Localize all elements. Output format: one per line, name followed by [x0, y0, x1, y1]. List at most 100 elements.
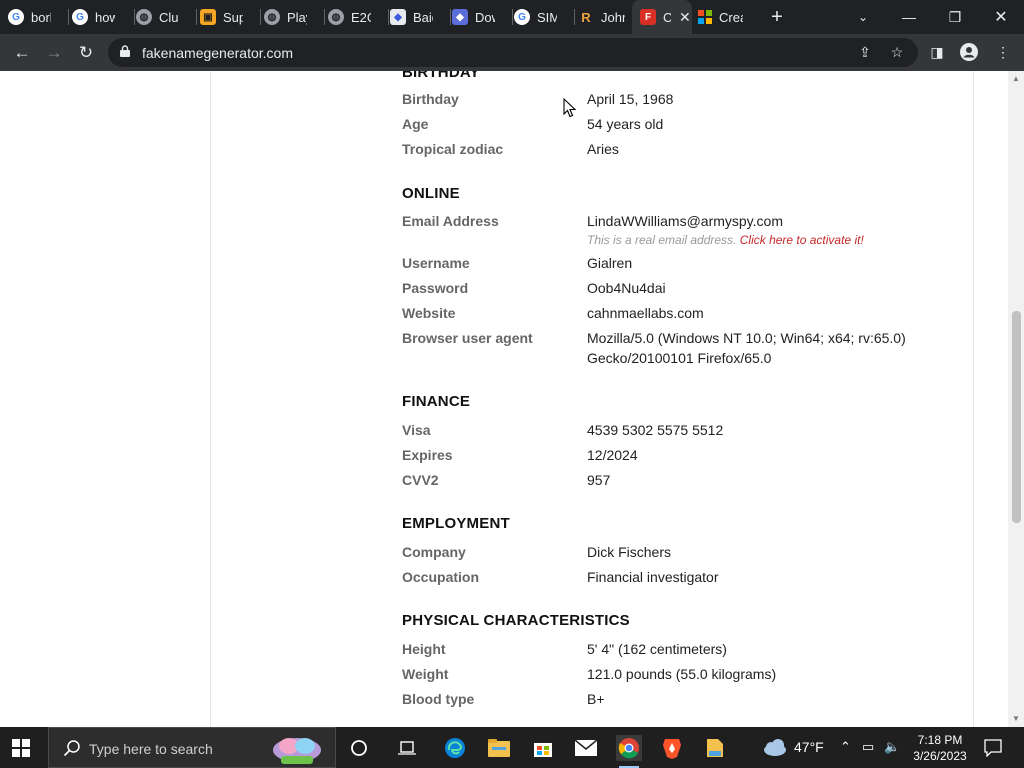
menu-kebab-icon[interactable]: ⋮ — [992, 41, 1014, 63]
scroll-down-arrow-icon[interactable]: ▼ — [1012, 715, 1020, 723]
tab-sim[interactable]: G SIM — [514, 0, 574, 34]
search-icon — [63, 740, 80, 757]
label-blood-type: Blood type — [402, 691, 475, 707]
lock-icon — [120, 45, 130, 57]
new-tab-button[interactable]: + — [766, 6, 788, 28]
taskbar-search-box[interactable]: Type here to search — [48, 727, 336, 768]
microsoft-store-icon[interactable] — [530, 735, 556, 761]
file-icon[interactable] — [702, 735, 728, 761]
google-icon: G — [72, 9, 88, 25]
scroll-up-arrow-icon[interactable]: ▲ — [1012, 75, 1020, 83]
tab-dow[interactable]: ◆ Dow — [452, 0, 512, 34]
toolbar-overlay: ← → ↻ fakenamegenerator.com ⇪ ☆ ◨ ⋮ — [0, 34, 1024, 71]
google-icon: G — [8, 9, 24, 25]
label-weight: Weight — [402, 666, 449, 682]
tab-sup[interactable]: ▣ Sup — [200, 0, 260, 34]
globe-icon: ◍ — [136, 9, 152, 25]
tab-fakename-active[interactable]: F C ✕ — [632, 0, 692, 34]
forward-arrow-icon[interactable]: → — [40, 39, 68, 67]
tab-play[interactable]: ◍ Play — [264, 0, 324, 34]
value-blood-type: B+ — [587, 691, 605, 707]
value-password: Oob4Nu4dai — [587, 280, 666, 296]
briefcase-icon: ▣ — [200, 9, 216, 25]
back-arrow-icon[interactable]: ← — [8, 39, 36, 67]
section-heading-finance: FINANCE — [402, 393, 471, 410]
tab-baid[interactable]: ◆ Baid — [390, 0, 450, 34]
label-username: Username — [402, 255, 470, 271]
r-letter-icon: R — [581, 9, 591, 25]
label-company: Company — [402, 544, 466, 560]
tab-title: Dow — [475, 9, 495, 25]
label-visa: Visa — [402, 422, 431, 438]
brave-icon[interactable] — [659, 735, 685, 761]
close-tab-icon[interactable]: ✕ — [679, 9, 691, 26]
bookmark-star-icon[interactable]: ☆ — [888, 44, 906, 62]
shield-icon: ◆ — [452, 9, 468, 25]
profile-avatar-icon[interactable] — [958, 41, 980, 63]
chrome-icon[interactable] — [616, 735, 642, 768]
activate-email-link[interactable]: Click here to activate it! — [740, 233, 864, 247]
windows-start-icon[interactable] — [12, 739, 30, 757]
email-note: This is a real email address. Click here… — [587, 233, 864, 247]
section-heading-physical: PHYSICAL CHARACTERISTICS — [402, 612, 630, 629]
scrollbar-thumb[interactable] — [1012, 311, 1021, 523]
value-visa: 4539 5302 5575 5512 — [587, 422, 724, 438]
value-birthday: April 15, 1968 — [587, 91, 674, 107]
share-icon[interactable]: ⇪ — [856, 44, 874, 62]
clock-date: 3/26/2023 — [913, 749, 967, 763]
minimize-button[interactable]: — — [886, 0, 932, 34]
edge-icon[interactable] — [442, 735, 468, 761]
mouse-cursor-icon — [563, 98, 577, 118]
tab-title: SIM — [537, 9, 557, 25]
tab-title: Play — [287, 9, 307, 25]
volume-icon[interactable]: 🔈 — [884, 739, 900, 755]
label-height: Height — [402, 641, 446, 657]
tab-title: Club — [159, 9, 179, 25]
clock[interactable]: 7:18 PM 3/26/2023 — [908, 732, 972, 764]
tab-john[interactable]: R John — [578, 0, 632, 34]
value-weight: 121.0 pounds (55.0 kilograms) — [587, 666, 777, 682]
label-website: Website — [402, 305, 456, 321]
address-bar-overlay[interactable]: fakenamegenerator.com ⇪ ☆ — [108, 38, 918, 67]
tray-chevron-up-icon[interactable]: ⌃ — [840, 739, 851, 755]
label-expires: Expires — [402, 447, 453, 463]
page-scrollbar[interactable]: ▲ ▼ — [1008, 71, 1024, 727]
tab-title: how — [95, 9, 115, 25]
value-user-agent-line1: Mozilla/5.0 (Windows NT 10.0; Win64; x64… — [587, 330, 906, 346]
mail-icon[interactable] — [573, 735, 599, 761]
cortana-icon[interactable] — [346, 735, 372, 761]
value-age: 54 years old — [587, 116, 664, 132]
side-panel-icon[interactable]: ◨ — [926, 41, 948, 63]
tab-crea[interactable]: Crea — [698, 0, 758, 34]
file-explorer-icon[interactable] — [486, 735, 512, 761]
value-cvv2: 957 — [587, 472, 611, 488]
tab-title: Baid — [413, 9, 433, 25]
globe-icon: ◍ — [264, 9, 280, 25]
shield-icon: ◆ — [390, 9, 406, 25]
tab-search-icon[interactable]: ⌄ — [840, 0, 886, 34]
tab-title: Sup — [223, 9, 243, 25]
tab-strip: G borl G how ◍ Club ▣ Sup ◍ Play ◍ E2G — [0, 0, 1024, 34]
search-placeholder: Type here to search — [89, 741, 213, 757]
globe-icon: ◍ — [328, 9, 344, 25]
tab-borl[interactable]: G borl — [8, 0, 68, 34]
tab-e2g[interactable]: ◍ E2G — [328, 0, 388, 34]
url-text: fakenamegenerator.com — [142, 45, 293, 61]
clock-time: 7:18 PM — [917, 733, 963, 747]
notification-icon[interactable] — [980, 735, 1006, 761]
label-email: Email Address — [402, 213, 499, 229]
weather-temp: 47°F — [794, 739, 824, 755]
network-icon[interactable]: ▭ — [862, 739, 874, 755]
reload-icon[interactable]: ↻ — [72, 39, 100, 67]
tab-title: borl — [31, 9, 51, 25]
section-heading-employment: EMPLOYMENT — [402, 515, 510, 532]
close-window-button[interactable]: ✕ — [978, 0, 1024, 34]
value-website: cahnmaellabs.com — [587, 305, 704, 321]
value-user-agent-line2: Gecko/20100101 Firefox/65.0 — [587, 350, 772, 366]
value-company: Dick Fischers — [587, 544, 672, 560]
restore-button[interactable]: ❐ — [932, 0, 978, 34]
task-view-icon[interactable] — [394, 735, 420, 761]
tab-title: Crea — [719, 9, 743, 25]
tab-how[interactable]: G how — [72, 0, 132, 34]
tab-club[interactable]: ◍ Club — [136, 0, 196, 34]
